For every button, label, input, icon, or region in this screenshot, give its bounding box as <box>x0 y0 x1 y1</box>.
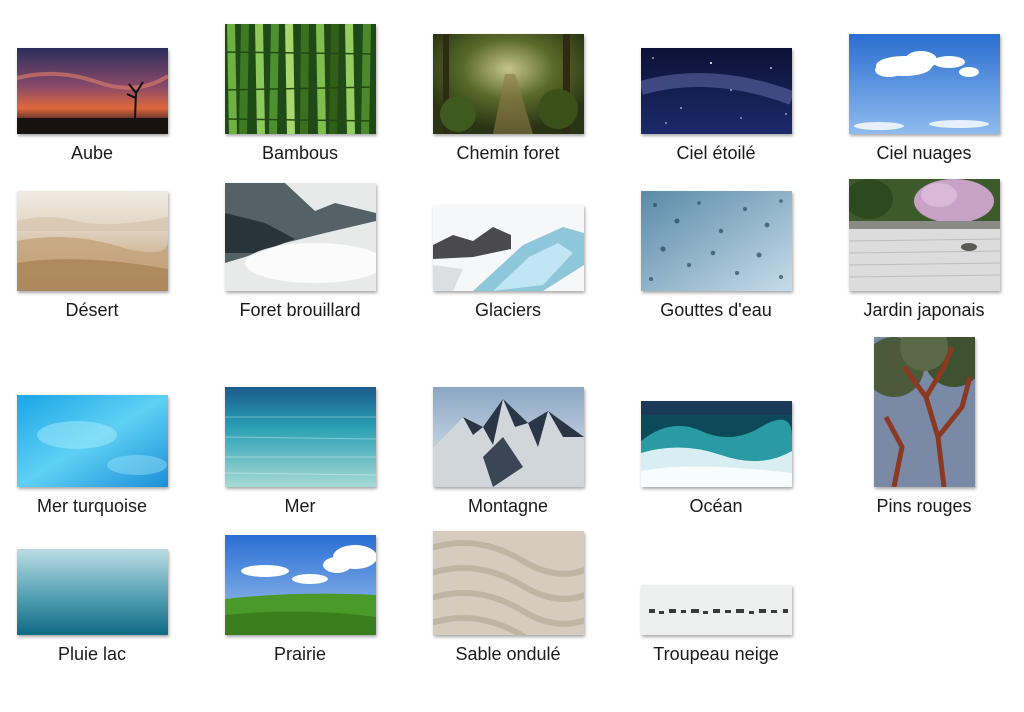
thumb-label: Prairie <box>273 644 326 664</box>
thumb-ocean[interactable]: Océan <box>616 369 816 517</box>
thumb-frame <box>200 173 400 291</box>
thumb-label: Troupeau neige <box>653 644 779 664</box>
thumb-prairie[interactable]: Prairie <box>200 517 400 665</box>
thumb-gouttes-eau[interactable]: Gouttes d'eau <box>616 173 816 321</box>
thumb-frame <box>0 517 192 635</box>
thumb-desert[interactable]: Désert <box>0 173 192 321</box>
bamboo-image <box>224 24 376 134</box>
thumb-frame <box>824 173 1024 291</box>
thumb-label: Montagne <box>467 496 549 516</box>
thumb-chemin-foret[interactable]: Chemin foret <box>408 16 608 164</box>
thumb-label: Pins rouges <box>876 496 972 516</box>
thumb-troupeau-neige[interactable]: Troupeau neige <box>616 517 816 665</box>
meadow-image <box>224 535 376 635</box>
cloudy-sky-image <box>848 34 1000 134</box>
thumb-bambous[interactable]: Bambous <box>200 16 400 164</box>
rain-lake-image <box>16 549 168 635</box>
thumb-label: Océan <box>689 496 743 516</box>
thumb-label: Mer <box>284 496 316 516</box>
thumb-label: Désert <box>65 300 119 320</box>
thumb-frame <box>616 173 816 291</box>
thumb-jardin-japonais[interactable]: Jardin japonais <box>824 173 1024 321</box>
thumb-frame <box>200 16 400 134</box>
red-pines-image <box>873 337 975 487</box>
thumb-frame <box>0 369 192 487</box>
thumb-label: Pluie lac <box>57 644 127 664</box>
thumb-foret-brouillard[interactable]: Foret brouillard <box>200 173 400 321</box>
rippled-sand-image <box>432 531 584 635</box>
sunset-tree-image <box>16 48 168 134</box>
thumb-label: Aube <box>70 143 114 163</box>
desert-dunes-image <box>16 191 168 291</box>
thumb-frame <box>824 16 1024 134</box>
thumb-frame <box>616 16 816 134</box>
water-drops-image <box>640 191 792 291</box>
mountain-image <box>432 387 584 487</box>
thumb-frame <box>616 517 816 635</box>
turquoise-sea-image <box>16 395 168 487</box>
thumb-frame <box>408 16 608 134</box>
glacier-image <box>432 205 584 291</box>
thumb-glaciers[interactable]: Glaciers <box>408 173 608 321</box>
thumb-label: Gouttes d'eau <box>660 300 772 320</box>
thumb-frame <box>200 517 400 635</box>
thumb-frame <box>408 173 608 291</box>
thumb-aube[interactable]: Aube <box>0 16 192 164</box>
thumb-label: Foret brouillard <box>239 300 361 320</box>
snow-herd-image <box>640 585 792 635</box>
thumb-frame <box>824 337 1024 487</box>
thumb-frame <box>616 369 816 487</box>
sea-image <box>224 387 376 487</box>
thumb-montagne[interactable]: Montagne <box>408 369 608 517</box>
thumb-label: Ciel étoilé <box>676 143 756 163</box>
thumb-label: Sable ondulé <box>455 644 561 664</box>
thumb-mer-turquoise[interactable]: Mer turquoise <box>0 369 192 517</box>
thumb-frame <box>0 16 192 134</box>
thumb-ciel-nuages[interactable]: Ciel nuages <box>824 16 1024 164</box>
thumb-pluie-lac[interactable]: Pluie lac <box>0 517 192 665</box>
thumb-label: Glaciers <box>474 300 541 320</box>
thumb-ciel-etoile[interactable]: Ciel étoilé <box>616 16 816 164</box>
ocean-wave-image <box>640 401 792 487</box>
thumb-label: Jardin japonais <box>863 300 985 320</box>
thumb-mer[interactable]: Mer <box>200 369 400 517</box>
japanese-garden-image <box>848 179 1000 291</box>
thumb-label: Chemin foret <box>456 143 560 163</box>
thumb-frame <box>200 369 400 487</box>
starry-sky-image <box>640 48 792 134</box>
forest-path-image <box>432 34 584 134</box>
thumb-label: Mer turquoise <box>36 496 148 516</box>
thumb-label: Bambous <box>261 143 339 163</box>
thumb-label: Ciel nuages <box>876 143 972 163</box>
thumb-frame <box>408 369 608 487</box>
thumb-sable-ondule[interactable]: Sable ondulé <box>408 517 608 665</box>
thumb-frame <box>0 173 192 291</box>
thumb-pins-rouges[interactable]: Pins rouges <box>824 337 1024 517</box>
misty-forest-image <box>224 183 376 291</box>
thumb-frame <box>408 517 608 635</box>
